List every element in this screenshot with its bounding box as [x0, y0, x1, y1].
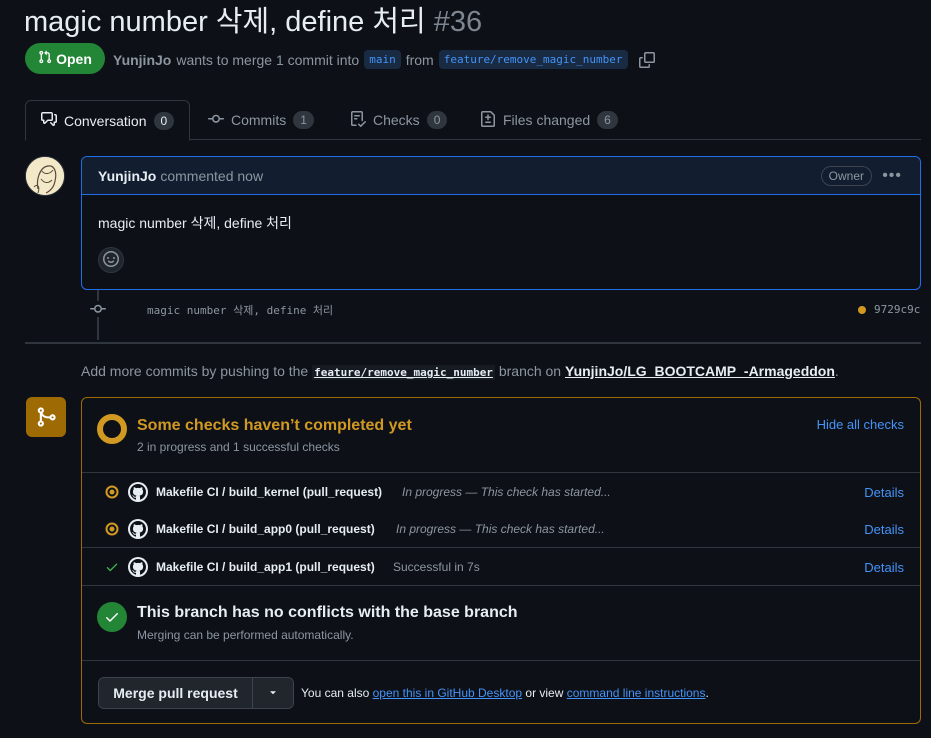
- merge-button-group: Merge pull request: [98, 677, 294, 709]
- git-merge-icon: [26, 397, 66, 437]
- tab-checks-count: 0: [426, 111, 448, 129]
- conflict-status: This branch has no conflicts with the ba…: [82, 587, 920, 661]
- check-description: In progress — This check has started...: [396, 522, 605, 536]
- comment-discussion-icon: [41, 111, 57, 130]
- push-hint-suffix: .: [834, 363, 839, 379]
- check-name: Makefile CI / build_kernel (pull_request…: [156, 485, 383, 499]
- checks-title: Some checks haven’t completed yet: [137, 417, 412, 434]
- check-mark-icon: [105, 560, 119, 574]
- merge-box: Some checks haven’t completed yet 2 in p…: [81, 397, 921, 724]
- alt-hint-middle: or view: [525, 686, 564, 700]
- check-details-link[interactable]: Details: [864, 485, 904, 500]
- merge-alt-hint: You can also open this in GitHub Desktop…: [301, 686, 709, 700]
- git-commit-icon: [89, 301, 107, 317]
- comment-author-link[interactable]: YunjinJo: [98, 168, 156, 184]
- hide-checks-button[interactable]: Hide all checks: [817, 417, 904, 432]
- check-details-link[interactable]: Details: [864, 560, 904, 575]
- checks-header: Some checks haven’t completed yet 2 in p…: [82, 398, 920, 473]
- conflict-subtitle: Merging can be performed automatically.: [137, 628, 354, 642]
- triangle-down-icon: [267, 685, 279, 701]
- tab-files-changed-label: Files changed: [503, 112, 591, 128]
- head-branch-link[interactable]: feature/remove_magic_number: [438, 50, 628, 69]
- tab-conversation[interactable]: Conversation 0: [25, 100, 191, 141]
- commit-pending-status-icon[interactable]: [858, 306, 866, 314]
- tab-commits-count: 1: [293, 111, 314, 129]
- pr-tabs: Conversation 0 Commits 1 Checks 0 Files …: [25, 100, 921, 141]
- pr-state-label: Open: [56, 50, 92, 67]
- git-pull-request-icon: [38, 50, 52, 67]
- merge-pull-request-button[interactable]: Merge pull request: [99, 678, 253, 708]
- alt-hint-prefix: You can also: [301, 686, 370, 700]
- github-icon: [128, 519, 148, 539]
- comment-header: YunjinJo commented now: [82, 157, 920, 195]
- check-circle-icon: [97, 602, 127, 632]
- tab-files-changed-count: 6: [597, 111, 618, 129]
- commit-message-link[interactable]: magic number 삭제, define 처리: [147, 302, 333, 318]
- pr-meta: YunjinJo wants to merge 1 commit into ma…: [113, 50, 655, 69]
- check-row: Makefile CI / build_app0 (pull_request) …: [82, 510, 920, 548]
- checks-subtitle: 2 in progress and 1 successful checks: [137, 440, 340, 454]
- pr-title-text: magic number 삭제, define 처리: [24, 6, 426, 38]
- pr-from-text: from: [405, 51, 434, 68]
- github-icon: [128, 482, 148, 502]
- alt-hint-suffix: .: [705, 686, 709, 700]
- open-in-desktop-link[interactable]: open this in GitHub Desktop: [373, 686, 522, 700]
- check-name: Makefile CI / build_app1 (pull_request): [156, 560, 375, 574]
- avatar[interactable]: [25, 156, 65, 196]
- smiley-icon: [103, 250, 119, 270]
- command-line-instructions-link[interactable]: command line instructions: [567, 686, 706, 700]
- check-details-link[interactable]: Details: [864, 522, 904, 537]
- add-reaction-button[interactable]: [98, 247, 124, 273]
- check-row: Makefile CI / build_app1 (pull_request) …: [82, 548, 920, 586]
- tab-conversation-count: 0: [153, 111, 175, 130]
- push-hint-prefix: Add more commits by pushing to the: [81, 363, 309, 379]
- pr-author-link[interactable]: YunjinJo: [113, 52, 171, 68]
- commit-sha-link[interactable]: 9729c9c: [874, 303, 920, 316]
- check-description: In progress — This check has started...: [402, 485, 611, 499]
- checklist-icon: [350, 110, 367, 130]
- owner-badge: Owner: [820, 166, 872, 186]
- pr-state-badge: Open: [25, 43, 105, 74]
- in-progress-icon: [105, 522, 119, 536]
- pr-title: magic number 삭제, define 처리 #36: [24, 0, 482, 40]
- comment-box: YunjinJo commented now Owner ••• magic n…: [81, 156, 921, 290]
- in-progress-icon: [105, 485, 119, 499]
- push-hint-branch-link[interactable]: feature/remove_magic_number: [312, 365, 495, 380]
- comment-body: magic number 삭제, define 처리: [98, 215, 292, 231]
- tab-checks[interactable]: Checks 0: [350, 100, 448, 140]
- pr-meta-text: wants to merge 1 commit into: [176, 51, 360, 68]
- check-name: Makefile CI / build_app0 (pull_request): [156, 522, 375, 536]
- check-row: Makefile CI / build_kernel (pull_request…: [82, 473, 920, 511]
- timeline-divider: [25, 342, 921, 344]
- tab-files-changed[interactable]: Files changed 6: [480, 100, 618, 140]
- kebab-menu-icon[interactable]: •••: [882, 167, 902, 185]
- check-description: Successful in 7s: [393, 560, 480, 574]
- tab-conversation-label: Conversation: [64, 112, 147, 129]
- github-icon: [128, 557, 148, 577]
- push-hint: Add more commits by pushing to the featu…: [81, 363, 839, 380]
- pr-number: #36: [433, 6, 483, 38]
- copy-icon[interactable]: [638, 51, 655, 68]
- pending-status-icon: [97, 414, 127, 444]
- git-commit-icon: [208, 111, 224, 130]
- merge-method-dropdown[interactable]: [253, 678, 293, 708]
- tab-commits-label: Commits: [231, 112, 287, 128]
- file-diff-icon: [480, 110, 496, 130]
- comment-time[interactable]: commented now: [160, 168, 263, 184]
- push-hint-repo-link[interactable]: YunjinJo/LG_BOOTCAMP_-Armageddon: [565, 363, 835, 379]
- base-branch-link[interactable]: main: [364, 50, 401, 69]
- conflict-title: This branch has no conflicts with the ba…: [137, 604, 518, 621]
- tab-checks-label: Checks: [373, 112, 420, 128]
- push-hint-middle: branch on: [498, 363, 562, 379]
- tab-commits[interactable]: Commits 1: [208, 100, 314, 140]
